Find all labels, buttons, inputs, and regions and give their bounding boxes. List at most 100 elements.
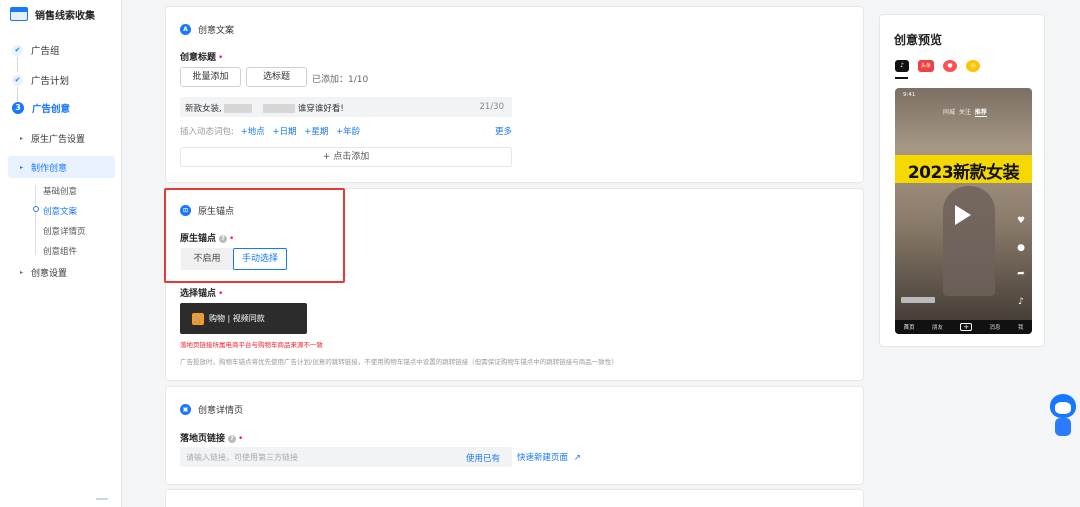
xigua-icon[interactable]: ● <box>943 60 957 72</box>
check-icon: ✔ <box>12 74 23 86</box>
landing-link-placeholder: 请输入链接，可使用第三方链接 <box>186 453 298 462</box>
word-location[interactable]: +地点 <box>241 127 265 137</box>
tiktok-icon[interactable]: ♪ <box>895 60 909 72</box>
anchor-note: 广告投放时，购物车锚点将优先使用广告计划/创意的跳转链接，不使用购物车锚点中设置… <box>180 358 618 366</box>
word-weekday[interactable]: +星期 <box>304 127 328 137</box>
mascot-body <box>1055 418 1071 436</box>
select-anchor-label-text: 选择锚点 <box>180 289 217 299</box>
pick-title-button[interactable]: 选标题 <box>246 67 307 87</box>
shopping-cart-icon: 🛒 <box>192 312 204 325</box>
phone-tabs: 同城 关注 推荐 <box>943 107 987 117</box>
play-icon <box>955 205 971 225</box>
landing-link-label: 落地页链接? • <box>180 431 243 444</box>
creative-preview-panel: 创意预览 ♪ 头条 ● ◎ 9:41 同城 关注 推荐 2023新款女装 ♥ ●… <box>879 14 1045 347</box>
sidebar-leaf-basic-creative[interactable]: 基础创意 <box>43 185 77 197</box>
text-icon: A <box>180 24 191 35</box>
sidebar-leaf-creative-copy[interactable]: 创意文案 <box>43 205 77 217</box>
select-anchor-label: 选择锚点 • <box>180 286 223 299</box>
sidebar-item-creative-settings[interactable]: ▸ 创意设置 <box>8 261 115 283</box>
help-icon[interactable]: ? <box>228 435 237 443</box>
redacted-block <box>901 296 935 303</box>
nav-step-label: 广告计划 <box>31 76 70 87</box>
sidebar: 销售线索收集 ✔ 广告组 ✔ 广告计划 3 广告创意 ▸ 原生广告设置 ▸ 制作… <box>0 0 122 507</box>
quick-create-label: 快速新建页面 <box>517 453 569 463</box>
preview-title: 创意预览 <box>894 33 943 47</box>
sidebar-item-native-ad-settings[interactable]: ▸ 原生广告设置 <box>8 127 115 149</box>
section-title: 创意详情页 <box>198 406 244 416</box>
mascot-face <box>1055 402 1071 414</box>
click-add-button[interactable]: + 点击添加 <box>180 147 512 167</box>
next-section-card <box>165 489 864 507</box>
nav-step-ad-group[interactable]: ✔ 广告组 <box>12 43 60 57</box>
more-words-link[interactable]: 更多 <box>495 125 512 137</box>
landing-label-text: 落地页链接 <box>180 434 226 444</box>
title-label: 创意标题 • <box>180 50 223 63</box>
required-mark: • <box>218 289 224 299</box>
quick-create-page-link[interactable]: 快速新建页面 ↗ <box>517 451 581 463</box>
phone-nav-friends: 朋友 <box>931 325 943 331</box>
brand-title: 销售线索收集 <box>35 10 95 22</box>
sidebar-leaf-creative-component[interactable]: 创意组件 <box>43 245 77 257</box>
huoshan-icon[interactable]: ◎ <box>966 60 980 72</box>
title-suffix: 谁穿谁好看! <box>297 104 344 114</box>
char-count: 21/30 <box>479 102 505 112</box>
word-date[interactable]: +日期 <box>272 127 296 137</box>
section-title: 创意文案 <box>198 26 235 36</box>
anchor-item-label: 购物 | 视频同款 <box>209 314 265 323</box>
phone-nav-plus: + <box>960 323 973 331</box>
phone-bottom-bar: 首页 朋友 + 消息 我 <box>895 320 1032 334</box>
brand: 销售线索收集 <box>10 6 95 22</box>
caret-icon: ▸ <box>20 134 24 142</box>
comment-icon: ● <box>1017 243 1025 253</box>
step-connector <box>17 87 18 101</box>
sidebar-leaf-creative-detail[interactable]: 创意详情页 <box>43 225 86 237</box>
phone-nav-messages: 消息 <box>989 325 1001 331</box>
landing-link-input[interactable]: 请输入链接，可使用第三方链接 使用已有 <box>180 447 512 467</box>
step-number: 3 <box>12 102 24 114</box>
title-input-value: 新款女装, 谁穿谁好看! <box>185 102 344 114</box>
caret-icon: ▸ <box>20 163 24 171</box>
anchor-item-card[interactable]: 🛒 购物 | 视频同款 <box>180 303 307 334</box>
caret-icon: ▸ <box>20 268 24 276</box>
sidebar-item-label: 制作创意 <box>31 163 68 174</box>
nav-step-label: 广告创意 <box>32 104 71 115</box>
tree-line <box>35 185 36 255</box>
nav-step-ad-plan[interactable]: ✔ 广告计划 <box>12 73 69 87</box>
use-existing-link[interactable]: 使用已有 <box>466 452 500 464</box>
required-mark: • <box>218 53 224 63</box>
copy-section-heading: A 创意文案 <box>180 23 234 36</box>
sidebar-item-make-creative[interactable]: ▸ 制作创意 <box>8 156 115 178</box>
word-age[interactable]: +年龄 <box>336 127 360 137</box>
platform-selected-indicator <box>895 77 908 79</box>
title-input[interactable]: 新款女装, 谁穿谁好看! 21/30 <box>180 97 512 117</box>
highlight-box <box>164 188 345 283</box>
step-connector <box>17 57 18 72</box>
added-count: 已添加：1/10 <box>312 75 369 85</box>
nav-step-label: 广告组 <box>31 46 60 57</box>
collapse-handle[interactable] <box>96 498 108 500</box>
required-mark: • <box>238 434 244 444</box>
brand-logo-icon <box>10 7 28 21</box>
phone-caption <box>901 296 935 303</box>
assistant-mascot-icon[interactable] <box>1048 394 1078 440</box>
detail-section-card <box>165 386 864 485</box>
phone-tab: 同城 <box>943 109 956 116</box>
phone-banner-text: 2023新款女装 <box>907 163 1020 183</box>
music-icon: ♪ <box>1018 297 1024 307</box>
dynamic-words-row: 插入动态词包: +地点 +日期 +星期 +年龄 <box>180 125 360 137</box>
check-icon: ✔ <box>12 44 23 56</box>
external-link-icon: ↗ <box>573 453 581 463</box>
model-figure <box>943 186 995 296</box>
toutiao-icon[interactable]: 头条 <box>918 60 934 72</box>
redacted-block <box>263 104 296 113</box>
phone-tab-active: 推荐 <box>974 109 987 117</box>
redacted-block <box>224 104 253 113</box>
phone-tab: 关注 <box>958 109 971 116</box>
like-icon: ♥ <box>1016 216 1026 226</box>
anchor-warning: 落地页链接所属电商平台与购物车商品来源不一致 <box>180 341 323 349</box>
nav-step-ad-creative[interactable]: 3 广告创意 <box>12 101 70 115</box>
sidebar-item-label: 原生广告设置 <box>31 134 86 145</box>
share-icon: ➦ <box>1017 269 1025 279</box>
phone-time: 9:41 <box>903 92 916 98</box>
batch-add-button[interactable]: 批量添加 <box>180 67 241 87</box>
